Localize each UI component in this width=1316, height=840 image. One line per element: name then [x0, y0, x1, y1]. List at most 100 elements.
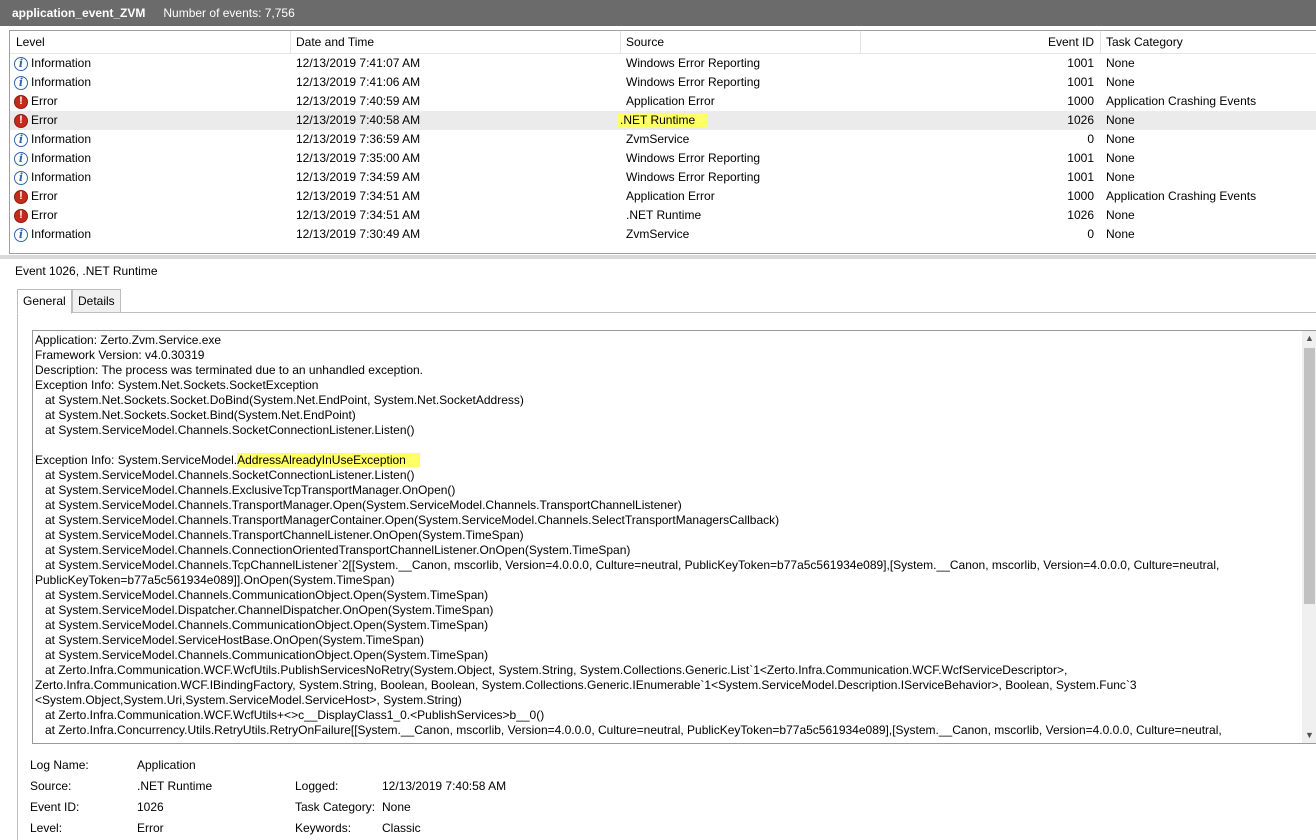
datetime-cell: 12/13/2019 7:35:00 AM	[296, 151, 421, 165]
tab-details[interactable]: Details	[72, 289, 121, 313]
level-cell: i Information	[14, 54, 91, 73]
level-text: Information	[31, 56, 92, 70]
table-row[interactable]: i Information 12/13/2019 7:41:06 AM Windows…	[10, 73, 1316, 92]
event-id-cell: 1001	[1067, 56, 1094, 70]
level-cell: i Information	[14, 73, 91, 92]
task-category-cell: None	[1106, 170, 1135, 184]
task-category-cell: Application Crashing Events	[1106, 94, 1257, 108]
task-category-cell: None	[1106, 208, 1135, 222]
level-text: Information	[31, 151, 92, 165]
highlighted-source: .NET Runtime	[618, 113, 708, 127]
vertical-scrollbar[interactable]: ▲ ▼	[1302, 331, 1316, 743]
list-header: Level Date and Time Source Event ID Task…	[10, 31, 1316, 54]
event-description-text: Application: Zerto.Zvm.Service.exe Frame…	[35, 333, 1222, 737]
source-cell: ZvmService	[626, 227, 690, 241]
event-id-value: 1026	[137, 800, 164, 814]
event-id-cell: 0	[1087, 132, 1094, 146]
level-cell: ! Error	[14, 92, 58, 111]
source-cell: .NET Runtime	[626, 208, 702, 222]
level-value: Error	[137, 821, 164, 835]
level-cell: i Information	[14, 149, 91, 168]
logged-value: 12/13/2019 7:40:58 AM	[382, 779, 507, 793]
level-cell: i Information	[14, 130, 91, 149]
column-header-date[interactable]: Date and Time	[296, 31, 374, 53]
level-cell: i Information	[14, 225, 91, 244]
scroll-up-icon[interactable]: ▲	[1302, 331, 1316, 346]
tab-general[interactable]: General	[17, 289, 72, 314]
table-row[interactable]: ! Error 12/13/2019 7:34:51 AM .NET Runtime 1…	[10, 206, 1316, 225]
logged-label: Logged:	[295, 779, 339, 793]
task-category-cell: Application Crashing Events	[1106, 189, 1257, 203]
log-name-label: Log Name:	[30, 758, 89, 772]
event-id-cell: 0	[1087, 227, 1094, 241]
table-row[interactable]: i Information 12/13/2019 7:35:00 AM Windows…	[10, 149, 1316, 168]
level-text: Information	[31, 170, 92, 184]
level-cell: ! Error	[14, 206, 58, 225]
table-row[interactable]: i Information 12/13/2019 7:34:59 AM Windows…	[10, 168, 1316, 187]
datetime-cell: 12/13/2019 7:34:59 AM	[296, 170, 421, 184]
events-list[interactable]: Level Date and Time Source Event ID Task…	[9, 30, 1316, 254]
log-title: application_event_ZVM	[12, 6, 146, 20]
event-count: Number of events: 7,756	[163, 6, 295, 20]
event-id-label: Event ID:	[30, 800, 80, 814]
task-category-cell: None	[1106, 227, 1135, 241]
event-id-cell: 1001	[1067, 75, 1094, 89]
column-header-event-id[interactable]: Event ID	[1010, 31, 1094, 53]
scroll-down-icon[interactable]: ▼	[1302, 728, 1316, 743]
scroll-thumb[interactable]	[1304, 348, 1315, 604]
source-cell: Windows Error Reporting	[626, 170, 761, 184]
source-label: Source:	[30, 779, 72, 793]
datetime-cell: 12/13/2019 7:41:06 AM	[296, 75, 421, 89]
column-header-source[interactable]: Source	[626, 31, 664, 53]
event-description-textbox[interactable]: Application: Zerto.Zvm.Service.exe Frame…	[32, 330, 1316, 744]
level-text: Error	[31, 94, 58, 108]
task-category-label: Task Category:	[295, 800, 376, 814]
level-text: Error	[31, 113, 58, 127]
datetime-cell: 12/13/2019 7:40:58 AM	[296, 113, 421, 127]
pane-splitter[interactable]	[0, 255, 1316, 259]
task-category-value: None	[382, 800, 411, 814]
info-icon: i	[14, 227, 28, 242]
column-header-level[interactable]: Level	[16, 31, 45, 53]
keywords-value: Classic	[382, 821, 421, 835]
task-category-cell: None	[1106, 132, 1135, 146]
level-text: Error	[31, 208, 58, 222]
log-name-value: Application	[137, 758, 196, 772]
level-cell: i Information	[14, 168, 91, 187]
datetime-cell: 12/13/2019 7:34:51 AM	[296, 208, 421, 222]
table-row[interactable]: i Information 12/13/2019 7:36:59 AM ZvmServ…	[10, 130, 1316, 149]
table-row[interactable]: ! Error 12/13/2019 7:40:59 AM Application E…	[10, 92, 1316, 111]
error-icon: !	[14, 113, 28, 128]
datetime-cell: 12/13/2019 7:40:59 AM	[296, 94, 421, 108]
keywords-label: Keywords:	[295, 821, 352, 835]
title-bar: application_event_ZVM Number of events: …	[0, 0, 1316, 26]
table-row[interactable]: i Information 12/13/2019 7:30:49 AM ZvmServ…	[10, 225, 1316, 244]
error-icon: !	[14, 94, 28, 109]
event-id-cell: 1026	[1067, 208, 1094, 222]
table-row[interactable]: i Information 12/13/2019 7:41:07 AM Windows…	[10, 54, 1316, 73]
event-detail-title: Event 1026, .NET Runtime	[15, 264, 158, 278]
table-row[interactable]: ! Error 12/13/2019 7:40:58 AM .NET Runtime 1…	[10, 111, 1316, 130]
column-header-task-category[interactable]: Task Category	[1106, 31, 1183, 53]
datetime-cell: 12/13/2019 7:41:07 AM	[296, 56, 421, 70]
level-text: Error	[31, 189, 58, 203]
table-row[interactable]: ! Error 12/13/2019 7:34:51 AM Application E…	[10, 187, 1316, 206]
datetime-cell: 12/13/2019 7:34:51 AM	[296, 189, 421, 203]
info-icon: i	[14, 170, 28, 185]
source-cell: Windows Error Reporting	[626, 75, 761, 89]
error-icon: !	[14, 208, 28, 223]
event-id-cell: 1001	[1067, 170, 1094, 184]
task-category-cell: None	[1106, 75, 1135, 89]
task-category-cell: None	[1106, 151, 1135, 165]
error-icon: !	[14, 189, 28, 204]
source-value: .NET Runtime	[137, 779, 213, 793]
level-cell: ! Error	[14, 187, 58, 206]
event-id-cell: 1001	[1067, 151, 1094, 165]
source-cell: Application Error	[626, 94, 715, 108]
event-id-cell: 1026	[1067, 113, 1094, 127]
highlighted-exception: AddressAlreadyInUseException	[237, 453, 420, 467]
task-category-cell: None	[1106, 56, 1135, 70]
level-text: Information	[31, 227, 92, 241]
source-cell: Windows Error Reporting	[626, 151, 761, 165]
level-cell: ! Error	[14, 111, 58, 130]
